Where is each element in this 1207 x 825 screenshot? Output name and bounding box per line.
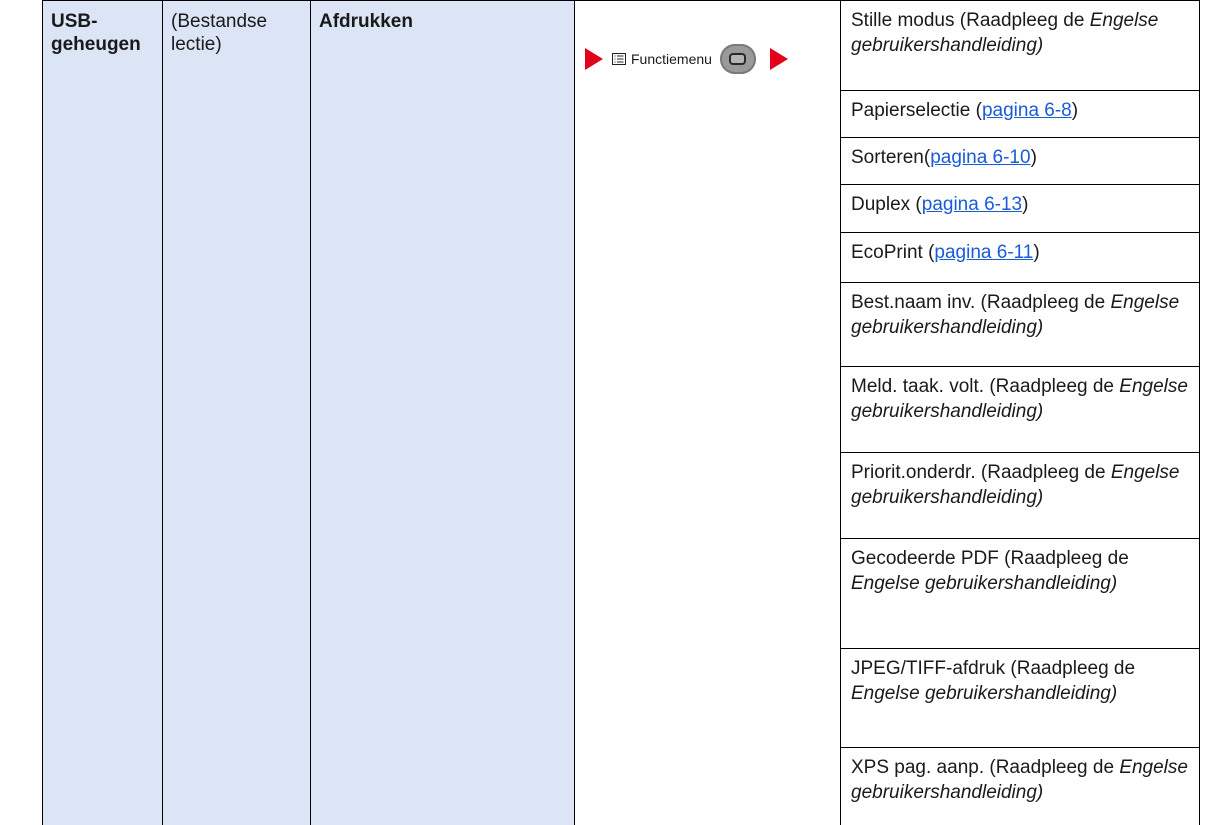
menu-item: Gecodeerde PDF (Raadpleeg de Engelse geb… (840, 538, 1200, 648)
function-menu-key[interactable] (719, 44, 756, 74)
menu-item-text: Meld. taak. volt. (Raadpleeg de (851, 376, 1114, 397)
column-file-selection: (Bestandse lectie) (162, 0, 310, 825)
menu-item: Duplex (pagina 6-13) (840, 184, 1200, 232)
menu-item-text-end: ) (1033, 242, 1040, 263)
menu-item: Stille modus (Raadpleeg de Engelse gebru… (840, 0, 1200, 90)
menu-item-text: Priorit.onderdr. (Raadpleeg de (851, 462, 1106, 483)
menu-item-text: Best.naam inv. (Raadpleeg de (851, 292, 1106, 313)
page-reference-link[interactable]: pagina 6-13 (922, 194, 1022, 215)
menu-item-text: EcoPrint ( (851, 242, 935, 263)
menu-item-text: Duplex ( (851, 194, 922, 215)
menu-item: Papierselectie (pagina 6-8) (840, 90, 1200, 137)
menu-item: Meld. taak. volt. (Raadpleeg de Engelse … (840, 366, 1200, 452)
list-menu-icon (611, 52, 627, 66)
column-usb-memory: USB- geheugen (42, 0, 162, 825)
key-center-icon (729, 53, 747, 65)
page-reference-link[interactable]: pagina 6-11 (934, 242, 1033, 263)
column-function-menu: Functiemenu (574, 0, 840, 825)
manual-reference: Engelse gebruikershandleiding) (851, 683, 1118, 704)
file-selection-label: (Bestandse lectie) (171, 11, 268, 55)
menu-item-text-end: ) (1030, 147, 1037, 168)
menu-item-text: Sorteren( (851, 147, 931, 168)
manual-reference: Engelse gebruikershandleiding) (851, 573, 1118, 594)
menu-structure-table: USB- geheugen (Bestandse lectie) Afdrukk… (0, 0, 1207, 825)
page-reference-link[interactable]: pagina 6-8 (982, 100, 1072, 121)
menu-item-text: Gecodeerde PDF (Raadpleeg de (851, 548, 1129, 569)
menu-item-text: XPS pag. aanp. (Raadpleeg de (851, 757, 1115, 778)
function-menu-label: Functiemenu (631, 51, 712, 67)
menu-item: JPEG/TIFF-afdruk (Raadpleeg de Engelse g… (840, 648, 1200, 747)
menu-item: EcoPrint (pagina 6-11) (840, 232, 1200, 282)
usb-memory-label: USB- geheugen (51, 11, 141, 55)
menu-item-text-end: ) (1071, 100, 1079, 121)
menu-item-text: Papierselectie ( (851, 100, 982, 121)
arrow-right-icon (769, 48, 788, 70)
menu-item-text-end: ) (1022, 194, 1029, 215)
menu-item: Sorteren(pagina 6-10) (840, 137, 1200, 184)
menu-item: Priorit.onderdr. (Raadpleeg de Engelse g… (840, 452, 1200, 538)
menu-item-text: Stille modus (Raadpleeg de (851, 10, 1085, 31)
arrow-right-icon (585, 48, 603, 70)
print-label: Afdrukken (319, 11, 413, 32)
function-menu-row: Functiemenu (585, 41, 788, 77)
menu-item: Best.naam inv. (Raadpleeg de Engelse geb… (840, 282, 1200, 366)
menu-item-text: JPEG/TIFF-afdruk (Raadpleeg de (851, 658, 1136, 679)
column-print: Afdrukken (310, 0, 574, 825)
page-reference-link[interactable]: pagina 6-10 (930, 147, 1030, 168)
menu-item: XPS pag. aanp. (Raadpleeg de Engelse geb… (840, 747, 1200, 825)
